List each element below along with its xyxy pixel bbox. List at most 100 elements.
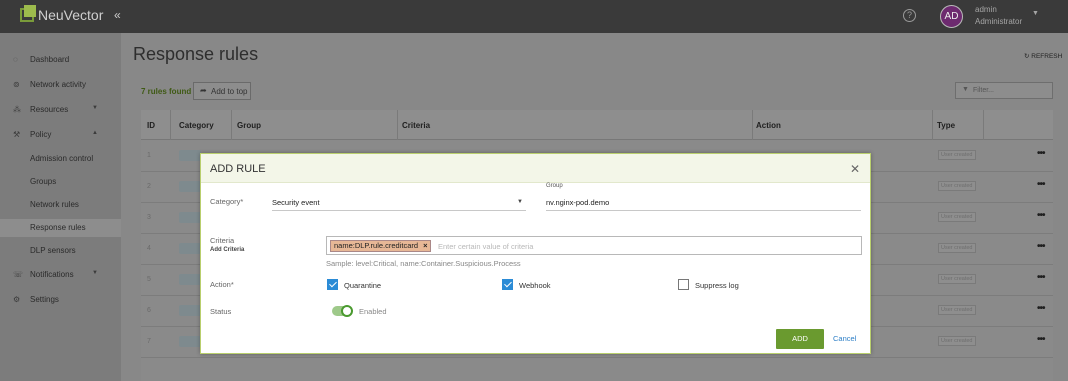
user-role: Administrator bbox=[975, 17, 1023, 26]
criteria-input[interactable]: name:DLP.rule.creditcard × Enter certain … bbox=[326, 236, 862, 255]
avatar[interactable]: AD bbox=[940, 5, 963, 28]
refresh-label: REFRESH bbox=[1031, 53, 1063, 60]
add-to-top-button[interactable]: ➦ Add to top bbox=[193, 82, 251, 100]
top-bar: NeuVector « ? AD admin Administrator ▼ bbox=[0, 0, 1068, 33]
rule-id: 3 bbox=[147, 214, 151, 221]
column-header-type[interactable]: Type bbox=[937, 121, 955, 130]
resources-icon: ⁂ bbox=[13, 105, 21, 114]
sidebar-item-groups[interactable]: Groups bbox=[0, 173, 121, 191]
sidebar-item-label: Notifications bbox=[30, 270, 74, 279]
action-label: Action* bbox=[210, 280, 234, 289]
webhook-label: Webhook bbox=[519, 281, 551, 290]
category-select[interactable]: Security event bbox=[272, 198, 320, 207]
help-icon[interactable]: ? bbox=[903, 9, 916, 22]
sidebar-item-label: Settings bbox=[30, 295, 59, 304]
rules-count: 7 rules found bbox=[141, 87, 192, 96]
criteria-label: Criteria bbox=[210, 236, 235, 245]
rule-id: 6 bbox=[147, 307, 151, 314]
row-menu-icon[interactable]: ••• bbox=[1037, 210, 1045, 221]
refresh-icon: ↻ bbox=[1024, 53, 1030, 60]
category-badge bbox=[179, 181, 201, 192]
sidebar-item-label: Admission control bbox=[30, 154, 94, 163]
sidebar-item-admission-control[interactable]: Admission control bbox=[0, 150, 121, 168]
chevron-down-icon[interactable]: ▼ bbox=[517, 199, 523, 205]
row-menu-icon[interactable]: ••• bbox=[1037, 148, 1045, 159]
add-criteria-link[interactable]: Add Criteria bbox=[210, 247, 244, 253]
row-menu-icon[interactable]: ••• bbox=[1037, 241, 1045, 252]
column-divider bbox=[231, 110, 232, 140]
network-icon: ⊚ bbox=[13, 80, 20, 89]
settings-icon: ⚙ bbox=[13, 295, 21, 304]
user-name: admin bbox=[975, 5, 997, 14]
add-button[interactable]: ADD bbox=[776, 329, 824, 349]
sidebar-item-label: Response rules bbox=[30, 223, 86, 232]
dialog-header: ADD RULE ✕ bbox=[201, 154, 870, 183]
row-menu-icon[interactable]: ••• bbox=[1037, 272, 1045, 283]
column-header-group[interactable]: Group bbox=[237, 121, 261, 130]
rule-id: 5 bbox=[147, 276, 151, 283]
table-header bbox=[141, 110, 1053, 140]
category-badge bbox=[179, 336, 201, 347]
quarantine-label: Quarantine bbox=[344, 281, 382, 290]
column-divider bbox=[932, 110, 933, 140]
policy-icon: ⚒ bbox=[13, 130, 21, 139]
type-badge: User created bbox=[938, 305, 976, 315]
type-badge: User created bbox=[938, 181, 976, 191]
column-header-action[interactable]: Action bbox=[756, 121, 781, 130]
column-divider bbox=[170, 110, 171, 140]
chevron-down-icon: ▼ bbox=[92, 105, 98, 111]
criteria-sample: Sample: level:Critical, name:Container.S… bbox=[326, 259, 521, 268]
category-badge bbox=[179, 274, 201, 285]
category-badge bbox=[179, 305, 201, 316]
column-header-id[interactable]: ID bbox=[147, 121, 155, 130]
rule-id: 7 bbox=[147, 338, 151, 345]
column-header-category[interactable]: Category bbox=[179, 121, 214, 130]
category-label: Category* bbox=[210, 197, 244, 206]
neuvector-logo[interactable] bbox=[18, 5, 38, 25]
sidebar-item-label: Resources bbox=[30, 105, 69, 114]
row-menu-icon[interactable]: ••• bbox=[1037, 334, 1045, 345]
group-underline bbox=[546, 210, 861, 211]
filter-input[interactable]: ▼ Filter... bbox=[955, 82, 1053, 99]
sidebar-item-label: DLP sensors bbox=[30, 246, 76, 255]
row-menu-icon[interactable]: ••• bbox=[1037, 179, 1045, 190]
group-label: Group bbox=[546, 183, 563, 189]
refresh-button[interactable]: ↻ REFRESH bbox=[1024, 52, 1062, 60]
page-title: Response rules bbox=[133, 44, 259, 64]
sidebar-item-label: Network rules bbox=[30, 200, 79, 209]
chevron-up-icon: ▲ bbox=[92, 130, 98, 136]
remove-tag-icon[interactable]: × bbox=[423, 241, 427, 250]
group-field[interactable]: nv.nginx-pod.demo bbox=[546, 198, 609, 207]
brand-name: NeuVector bbox=[38, 7, 104, 23]
add-rule-dialog: ADD RULE ✕ Category* Security event ▼ Gr… bbox=[200, 153, 871, 354]
criteria-tag: name:DLP.rule.creditcard × bbox=[330, 240, 432, 252]
cancel-button[interactable]: Cancel bbox=[833, 334, 856, 343]
collapse-sidebar-icon[interactable]: « bbox=[114, 8, 121, 22]
share-icon: ➦ bbox=[200, 86, 207, 95]
user-menu-chevron-icon[interactable]: ▼ bbox=[1032, 10, 1039, 17]
criteria-placeholder: Enter certain value of criteria bbox=[438, 242, 534, 251]
row-menu-icon[interactable]: ••• bbox=[1037, 303, 1045, 314]
webhook-checkbox[interactable] bbox=[502, 279, 513, 290]
filter-icon: ▼ bbox=[962, 86, 969, 93]
column-header-criteria[interactable]: Criteria bbox=[402, 121, 430, 130]
close-icon[interactable]: ✕ bbox=[850, 162, 860, 176]
sidebar-item-label: Policy bbox=[30, 130, 52, 139]
rule-id: 2 bbox=[147, 183, 151, 190]
sidebar-item-label: Network activity bbox=[30, 80, 87, 89]
dashboard-icon: ◌ bbox=[13, 55, 18, 64]
sidebar-item-response-rules[interactable]: Response rules bbox=[0, 219, 121, 237]
status-toggle[interactable] bbox=[332, 305, 353, 317]
category-underline bbox=[272, 210, 526, 211]
rule-id: 4 bbox=[147, 245, 151, 252]
add-to-top-label: Add to top bbox=[211, 87, 248, 96]
suppress-log-checkbox[interactable] bbox=[678, 279, 689, 290]
chevron-down-icon: ▼ bbox=[92, 270, 98, 276]
quarantine-checkbox[interactable] bbox=[327, 279, 338, 290]
status-label: Status bbox=[210, 307, 232, 316]
notifications-icon: ☏ bbox=[13, 270, 24, 279]
sidebar-item-network-rules[interactable]: Network rules bbox=[0, 196, 121, 214]
type-badge: User created bbox=[938, 212, 976, 222]
sidebar-item-dlp-sensors[interactable]: DLP sensors bbox=[0, 242, 121, 260]
sidebar-item-label: Groups bbox=[30, 177, 57, 186]
